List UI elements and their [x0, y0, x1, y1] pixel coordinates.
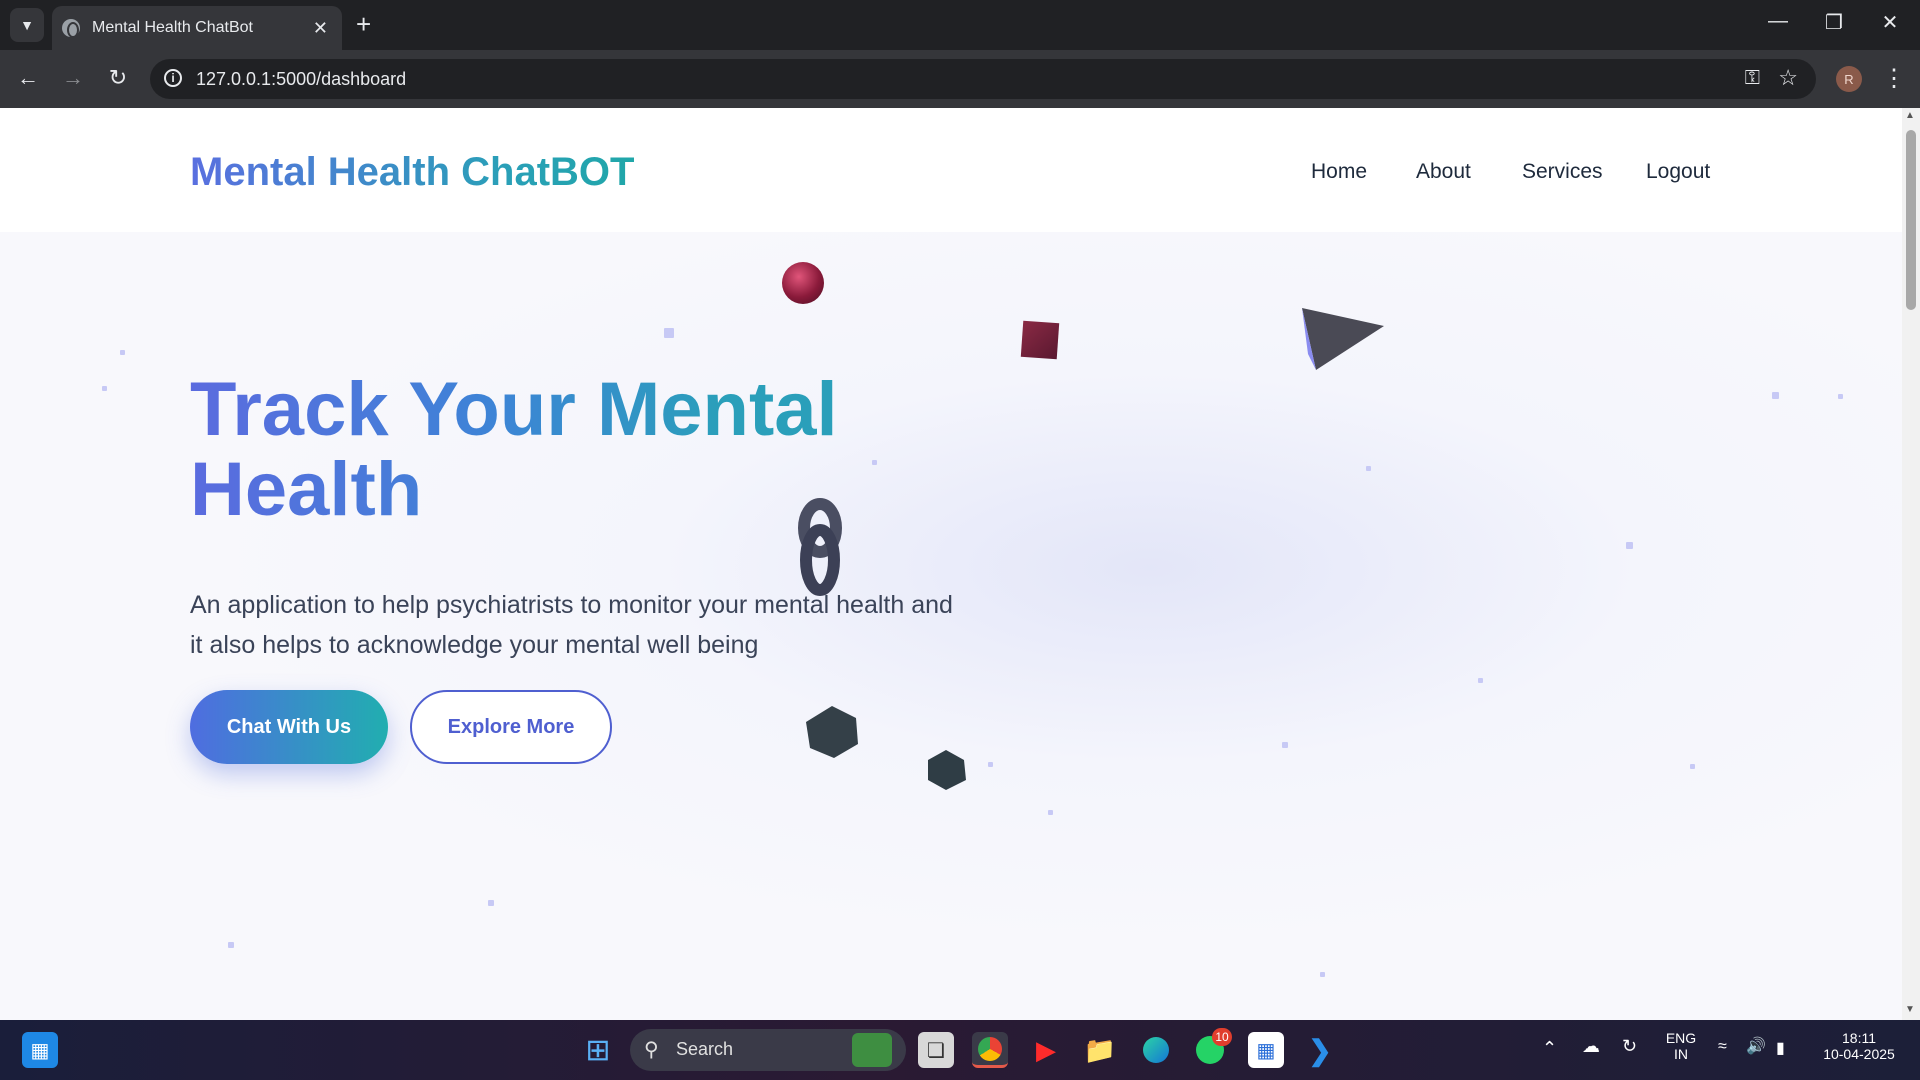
address-bar[interactable]: i 127.0.0.1:5000/dashboard ⚿ ☆: [150, 59, 1816, 99]
new-tab-button[interactable]: +: [356, 10, 371, 38]
nav-home[interactable]: Home: [1311, 160, 1367, 184]
edge-icon[interactable]: [1138, 1032, 1174, 1068]
hero-subtitle: An application to help psychiatrists to …: [190, 591, 953, 659]
close-window-button[interactable]: ✕: [1870, 10, 1910, 35]
onedrive-icon[interactable]: ☁: [1582, 1036, 1600, 1057]
particle: [1478, 678, 1483, 683]
particle: [1320, 972, 1325, 977]
volume-icon[interactable]: 🔊: [1746, 1036, 1766, 1056]
particle: [1048, 810, 1053, 815]
store-icon[interactable]: ▦: [1248, 1032, 1284, 1068]
scroll-up-icon[interactable]: ▲: [1905, 110, 1915, 121]
youtube-icon[interactable]: ▶: [1028, 1032, 1064, 1068]
particle: [228, 942, 234, 948]
floating-cube: [1020, 320, 1060, 360]
sync-icon[interactable]: ↻: [1622, 1036, 1637, 1057]
search-highlight-icon: [852, 1033, 892, 1067]
browser-tab-strip: ▼ Mental Health ChatBot ✕ + — ❐ ✕: [0, 0, 1920, 50]
particle: [488, 900, 494, 906]
floating-icosahedron: [806, 706, 858, 758]
close-tab-icon[interactable]: ✕: [313, 18, 328, 39]
floating-sphere: [782, 262, 824, 304]
chrome-icon[interactable]: [972, 1032, 1008, 1068]
particle: [1282, 742, 1288, 748]
password-key-icon[interactable]: ⚿: [1745, 67, 1760, 90]
particle: [1772, 392, 1779, 399]
hero-title: Track Your Mental Health: [190, 370, 950, 530]
search-icon: ⚲: [644, 1039, 659, 1061]
nav-about[interactable]: About: [1416, 160, 1471, 184]
site-logo[interactable]: Mental Health ChatBOT: [190, 150, 634, 195]
floating-pyramid: [1302, 308, 1384, 370]
bookmark-star-icon[interactable]: ☆: [1778, 65, 1798, 91]
language-indicator[interactable]: ENG IN: [1664, 1030, 1698, 1062]
particle: [1626, 542, 1633, 549]
tab-title: Mental Health ChatBot: [92, 19, 253, 36]
particle: [664, 328, 674, 338]
tray-overflow-icon[interactable]: ⌃: [1542, 1038, 1557, 1059]
reload-icon[interactable]: ↻: [103, 65, 133, 91]
battery-icon[interactable]: ▮: [1776, 1038, 1785, 1058]
windows-start-icon[interactable]: ⊞: [580, 1032, 616, 1068]
url-text[interactable]: 127.0.0.1:5000/dashboard: [196, 69, 406, 90]
chat-with-us-button[interactable]: Chat With Us: [190, 690, 388, 764]
browser-menu-icon[interactable]: ⋮: [1882, 64, 1906, 93]
task-view-icon[interactable]: ❏: [918, 1032, 954, 1068]
scroll-thumb[interactable]: [1906, 130, 1916, 310]
nav-logout[interactable]: Logout: [1646, 160, 1710, 184]
forward-icon[interactable]: →: [58, 65, 88, 91]
search-placeholder: Search: [676, 1039, 734, 1059]
widgets-icon[interactable]: ▦: [22, 1032, 58, 1068]
site-header: Mental Health ChatBOT Home About Service…: [0, 108, 1902, 232]
site-info-icon[interactable]: i: [164, 69, 182, 87]
particle: [1690, 764, 1695, 769]
particle: [988, 762, 993, 767]
profile-avatar[interactable]: R: [1836, 66, 1862, 92]
whatsapp-icon[interactable]: 10: [1192, 1028, 1232, 1068]
nav-services[interactable]: Services: [1522, 160, 1603, 184]
particle: [120, 350, 125, 355]
particle: [1838, 394, 1843, 399]
browser-toolbar: ← → ↻ i 127.0.0.1:5000/dashboard ⚿ ☆ R ⋮: [0, 50, 1920, 108]
file-explorer-icon[interactable]: 📁: [1082, 1032, 1118, 1068]
page-scrollbar[interactable]: ▲ ▼: [1902, 108, 1920, 1020]
globe-icon: [62, 19, 80, 38]
taskbar-search[interactable]: ⚲ Search: [630, 1029, 906, 1071]
whatsapp-badge: 10: [1212, 1028, 1232, 1046]
minimize-button[interactable]: —: [1758, 10, 1798, 33]
explore-more-button[interactable]: Explore More: [410, 690, 612, 764]
taskbar: ▦ ⊞ ⚲ Search ❏ ▶ 📁 10 ▦ ❯ ⌃ ☁ ↻ ENG IN ≈…: [0, 1020, 1920, 1080]
clock[interactable]: 18:11 10-04-2025: [1814, 1030, 1904, 1062]
vscode-icon[interactable]: ❯: [1302, 1032, 1338, 1068]
restore-button[interactable]: ❐: [1814, 10, 1854, 35]
back-icon[interactable]: ←: [13, 65, 43, 91]
particle: [1366, 466, 1371, 471]
scroll-down-icon[interactable]: ▼: [1905, 1004, 1915, 1015]
floating-dodecahedron: [928, 750, 966, 790]
wifi-icon[interactable]: ≈: [1718, 1038, 1727, 1056]
browser-tab[interactable]: Mental Health ChatBot ✕: [52, 6, 342, 50]
particle: [102, 386, 107, 391]
web-page: Mental Health ChatBOT Home About Service…: [0, 108, 1902, 1020]
tab-search-button[interactable]: ▼: [10, 8, 44, 42]
